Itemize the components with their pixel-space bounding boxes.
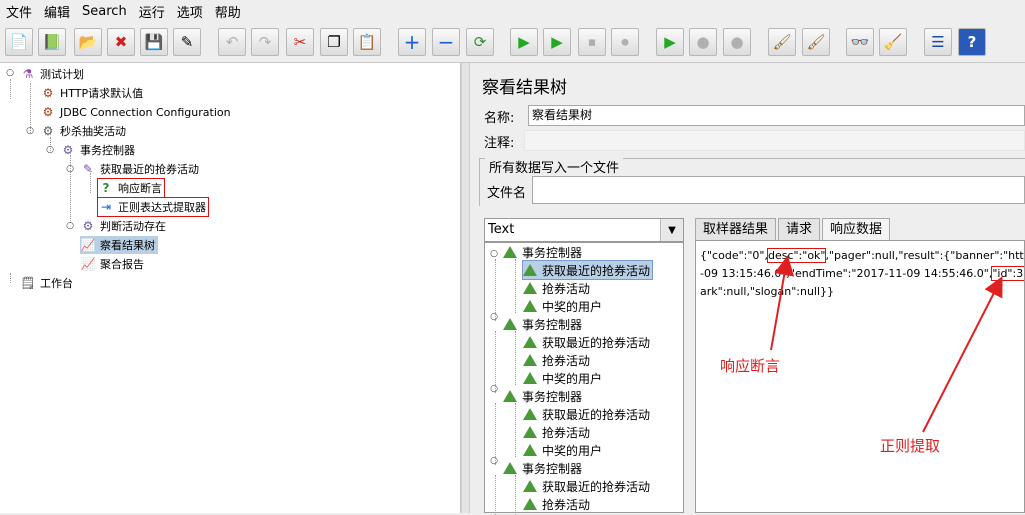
annotation-arrows	[770, 255, 1003, 433]
assertion-arrow	[770, 255, 795, 351]
assertion-annotation: 响应断言	[720, 357, 781, 375]
regex-annotation: 正则提取	[880, 437, 941, 455]
regex-arrow	[922, 276, 1003, 433]
